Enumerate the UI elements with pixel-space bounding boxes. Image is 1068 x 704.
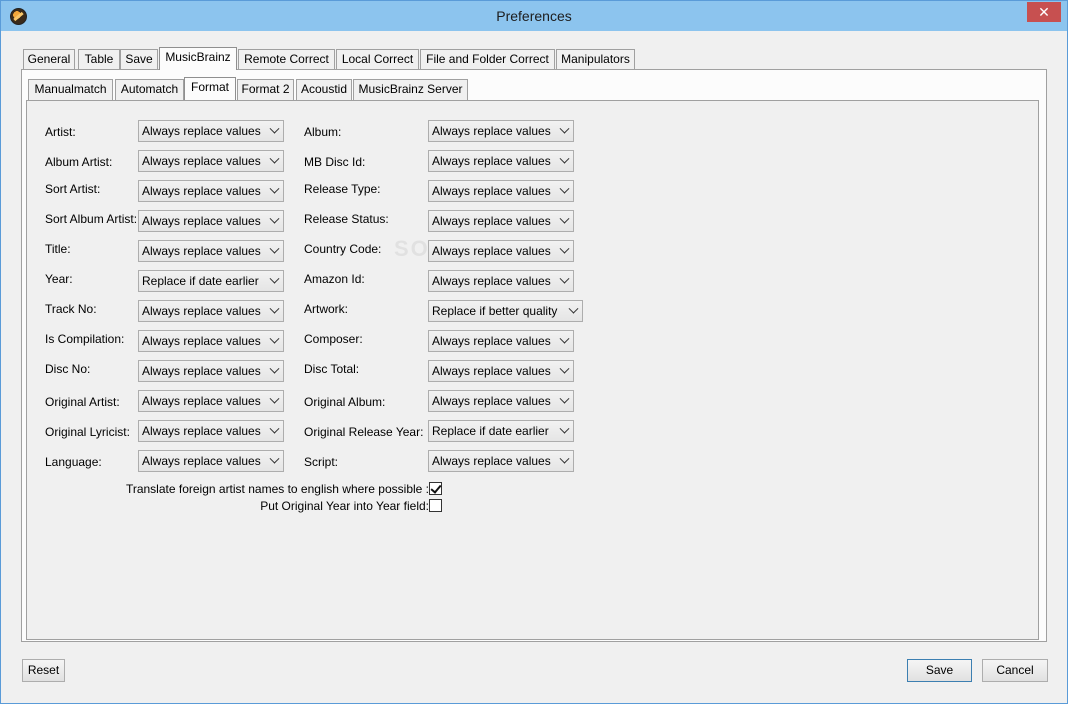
chevron-down-icon: [559, 393, 570, 404]
script-label: Script:: [304, 455, 339, 469]
sort-album-artist-select[interactable]: Always replace values: [138, 210, 284, 232]
original-lyricist-label: Original Lyricist:: [45, 425, 130, 439]
composer-label: Composer:: [304, 332, 363, 346]
artist-label: Artist:: [45, 125, 76, 139]
album-select[interactable]: Always replace values: [428, 120, 574, 142]
original-album-select[interactable]: Always replace values: [428, 390, 574, 412]
disc-total-select[interactable]: Always replace values: [428, 360, 574, 382]
chevron-down-icon: [269, 273, 280, 284]
artwork-label: Artwork:: [304, 302, 349, 316]
chevron-down-icon: [269, 423, 280, 434]
country-code-label: Country Code:: [304, 242, 382, 256]
album-artist-select[interactable]: Always replace values: [138, 150, 284, 172]
tab-manipulators[interactable]: Manipulators: [556, 49, 635, 70]
language-select[interactable]: Always replace values: [138, 450, 284, 472]
chevron-down-icon: [269, 453, 280, 464]
window-title: Preferences: [496, 8, 572, 24]
album-label: Album:: [304, 125, 342, 139]
tab-local-correct[interactable]: Local Correct: [336, 49, 419, 70]
track-no-label: Track No:: [45, 302, 97, 316]
subtab-format[interactable]: Format: [184, 77, 236, 100]
album-artist-label: Album Artist:: [45, 155, 113, 169]
save-button[interactable]: Save: [907, 659, 972, 682]
release-status-label: Release Status:: [304, 212, 389, 226]
title-select[interactable]: Always replace values: [138, 240, 284, 262]
year-label: Year:: [45, 272, 73, 286]
disc-no-select[interactable]: Always replace values: [138, 360, 284, 382]
original-artist-select[interactable]: Always replace values: [138, 390, 284, 412]
composer-select[interactable]: Always replace values: [428, 330, 574, 352]
chevron-down-icon: [269, 303, 280, 314]
chevron-down-icon: [559, 183, 570, 194]
subtab-automatch[interactable]: Automatch: [115, 79, 184, 100]
original-artist-label: Original Artist:: [45, 395, 120, 409]
preferences-window: Preferences ✕ General Table Save MusicBr…: [0, 0, 1068, 704]
artwork-select[interactable]: Replace if better quality: [428, 300, 583, 322]
language-label: Language:: [45, 455, 102, 469]
tab-remote-correct[interactable]: Remote Correct: [238, 49, 335, 70]
disc-total-label: Disc Total:: [304, 362, 360, 376]
subtab-manualmatch[interactable]: Manualmatch: [28, 79, 113, 100]
chevron-down-icon: [559, 153, 570, 164]
original-lyricist-select[interactable]: Always replace values: [138, 420, 284, 442]
title-bar[interactable]: Preferences ✕: [1, 1, 1067, 31]
original-release-year-select[interactable]: Replace if date earlier: [428, 420, 574, 442]
original-album-label: Original Album:: [304, 395, 386, 409]
tab-general[interactable]: General: [23, 49, 75, 70]
close-button[interactable]: ✕: [1027, 2, 1061, 22]
year-select[interactable]: Replace if date earlier: [138, 270, 284, 292]
chevron-down-icon: [269, 153, 280, 164]
subtab-format-2[interactable]: Format 2: [237, 79, 294, 100]
sort-artist-label: Sort Artist:: [45, 182, 101, 196]
original-year-label: Put Original Year into Year field:: [260, 499, 429, 513]
artist-select[interactable]: Always replace values: [138, 120, 284, 142]
release-status-select[interactable]: Always replace values: [428, 210, 574, 232]
subtab-acoustid[interactable]: Acoustid: [296, 79, 352, 100]
chevron-down-icon: [269, 123, 280, 134]
disc-no-label: Disc No:: [45, 362, 91, 376]
chevron-down-icon: [559, 123, 570, 134]
sort-album-artist-label: Sort Album Artist:: [45, 212, 138, 226]
chevron-down-icon: [559, 273, 570, 284]
client-area: General Table Save MusicBrainz Remote Co…: [9, 31, 1059, 697]
sort-artist-select[interactable]: Always replace values: [138, 180, 284, 202]
chevron-down-icon: [559, 423, 570, 434]
chevron-down-icon: [559, 363, 570, 374]
original-release-year-label: Original Release Year:: [304, 425, 424, 439]
cancel-button[interactable]: Cancel: [982, 659, 1048, 682]
amazon-id-select[interactable]: Always replace values: [428, 270, 574, 292]
tab-save[interactable]: Save: [120, 49, 158, 70]
tab-file-and-folder-correct[interactable]: File and Folder Correct: [420, 49, 555, 70]
country-code-select[interactable]: Always replace values: [428, 240, 574, 262]
subtab-musicbrainz-server[interactable]: MusicBrainz Server: [353, 79, 468, 100]
chevron-down-icon: [269, 333, 280, 344]
mb-disc-id-select[interactable]: Always replace values: [428, 150, 574, 172]
mb-disc-id-label: MB Disc Id:: [304, 155, 366, 169]
original-year-checkbox[interactable]: [429, 499, 442, 512]
is-compilation-select[interactable]: Always replace values: [138, 330, 284, 352]
chevron-down-icon: [568, 303, 579, 314]
release-type-select[interactable]: Always replace values: [428, 180, 574, 202]
chevron-down-icon: [269, 393, 280, 404]
translate-artist-names-checkbox[interactable]: [429, 482, 442, 495]
chevron-down-icon: [559, 333, 570, 344]
chevron-down-icon: [269, 243, 280, 254]
script-select[interactable]: Always replace values: [428, 450, 574, 472]
chevron-down-icon: [269, 363, 280, 374]
track-no-select[interactable]: Always replace values: [138, 300, 284, 322]
title-label: Title:: [45, 242, 71, 256]
is-compilation-label: Is Compilation:: [45, 332, 125, 346]
chevron-down-icon: [559, 453, 570, 464]
chevron-down-icon: [269, 213, 280, 224]
chevron-down-icon: [269, 183, 280, 194]
reset-button[interactable]: Reset: [22, 659, 65, 682]
amazon-id-label: Amazon Id:: [304, 272, 365, 286]
release-type-label: Release Type:: [304, 182, 381, 196]
tab-musicbrainz[interactable]: MusicBrainz: [159, 47, 237, 70]
chevron-down-icon: [559, 243, 570, 254]
chevron-down-icon: [559, 213, 570, 224]
tab-table[interactable]: Table: [78, 49, 120, 70]
translate-artist-names-label: Translate foreign artist names to englis…: [125, 482, 429, 496]
